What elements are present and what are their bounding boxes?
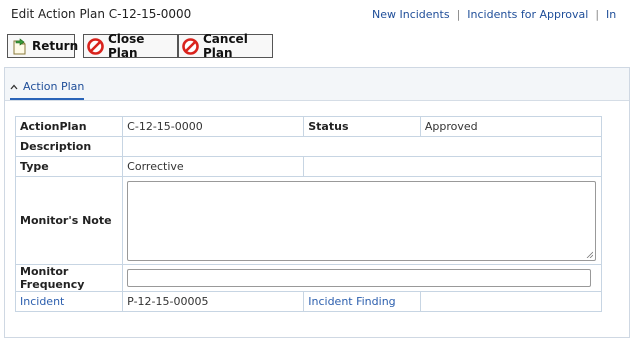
nav-separator: | [456,8,461,21]
cancel-plan-button[interactable]: Cancel Plan [178,32,273,60]
return-doc-icon [11,37,28,55]
table-row: ActionPlan C-12-15-0000 Status Approved [14,116,603,137]
monitor-frequency-cell [122,264,602,292]
chevron-up-icon [10,84,18,89]
truncated-nav-link[interactable]: In [606,8,616,21]
incident-finding-link[interactable]: Incident Finding [303,291,421,312]
return-label: Return [32,39,79,53]
description-value [122,136,602,157]
tab-action-plan[interactable]: Action Plan [10,80,85,100]
cancel-plan-label: Cancel Plan [203,32,248,60]
monitor-frequency-label: Monitor Frequency [14,264,124,292]
monitors-note-cell [122,176,602,265]
close-plan-button[interactable]: Close Plan [83,32,178,60]
table-row: Monitor's Note [14,176,602,265]
close-plan-label: Close Plan [108,32,145,60]
action-plan-panel: Action Plan ActionPlan C-12-15-0000 Stat… [4,67,630,338]
status-value: Approved [419,116,603,137]
table-row: Type Corrective [14,156,602,177]
panel-header: Action Plan [5,68,629,101]
table-row: Description [14,136,602,157]
no-entry-icon [182,37,199,55]
return-button[interactable]: Return [7,34,79,58]
table-row: Incident P-12-15-00005 Incident Finding [14,291,603,312]
page-title: Edit Action Plan C-12-15-0000 [11,7,192,21]
action-plan-form: ActionPlan C-12-15-0000 Status Approved … [14,116,603,312]
incident-value: P-12-15-00005 [122,291,305,312]
incident-finding-value [419,291,603,312]
monitors-note-textarea[interactable] [127,180,597,261]
type-label: Type [14,156,124,177]
table-row: Monitor Frequency [14,264,602,292]
top-nav: New Incidents | Incidents for Approval | In [372,8,616,21]
monitor-frequency-input[interactable] [127,269,592,287]
incidents-for-approval-link[interactable]: Incidents for Approval [467,8,588,21]
type-empty-cell [303,156,602,177]
status-label: Status [303,116,421,137]
no-entry-icon [87,37,104,55]
action-plan-value: C-12-15-0000 [122,116,305,137]
type-value: Corrective [122,156,305,177]
monitors-note-label: Monitor's Note [14,176,124,265]
resize-grip-icon[interactable] [586,251,594,258]
action-plan-label: ActionPlan [14,116,124,137]
tab-label: Action Plan [23,80,85,93]
nav-separator: | [595,8,600,21]
description-label: Description [14,136,124,157]
new-incidents-link[interactable]: New Incidents [372,8,450,21]
incident-link[interactable]: Incident [14,291,124,312]
